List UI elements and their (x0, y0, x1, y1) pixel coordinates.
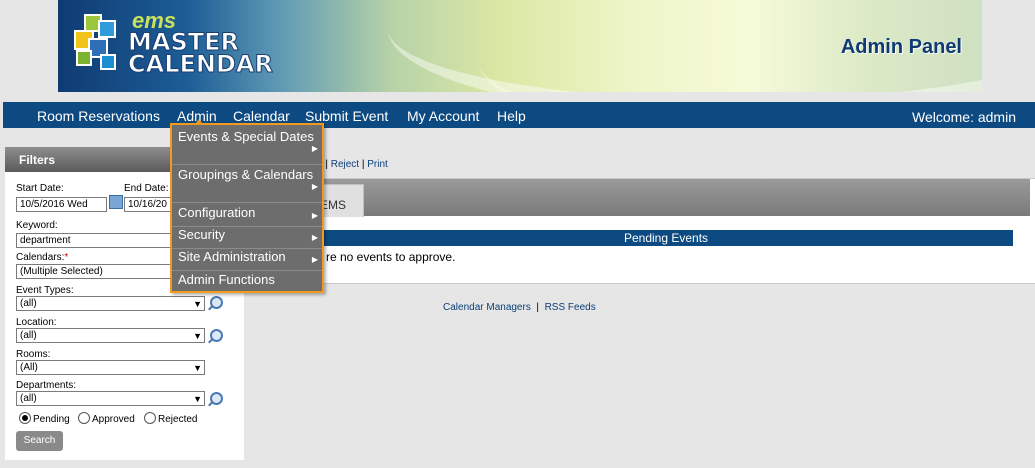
event-types-label: Event Types: (16, 285, 74, 296)
panel-title: Admin Panel (840, 36, 962, 58)
event-types-select[interactable]: (all) ▼ (16, 296, 205, 311)
calendar-managers-link[interactable]: Calendar Managers (443, 302, 531, 313)
search-icon[interactable] (210, 329, 223, 342)
departments-select[interactable]: (all) ▼ (16, 391, 205, 406)
approved-radio[interactable] (78, 412, 90, 424)
footer-separator: | (536, 302, 539, 313)
calendars-label: Calendars:* (16, 252, 68, 263)
chevron-right-icon: ▶ (311, 255, 318, 264)
logo-calendar-text: CALENDAR (128, 50, 274, 78)
approved-radio-label: Approved (92, 414, 135, 425)
chevron-right-icon: ▶ (311, 211, 318, 220)
search-button[interactable]: Search (16, 431, 63, 451)
rss-feeds-link[interactable]: RSS Feeds (545, 302, 596, 313)
menu-item-label: Configuration (178, 205, 256, 220)
nav-help[interactable]: Help (497, 108, 526, 124)
chevron-down-icon: ▼ (193, 363, 202, 373)
nav-calendar[interactable]: Calendar (233, 108, 290, 124)
tab-strip: EMS (247, 179, 1030, 217)
rooms-label: Rooms: (16, 349, 51, 360)
separator: | (325, 159, 328, 170)
calendars-select[interactable]: (Multiple Selected) (16, 264, 184, 279)
footer-links: Calendar Managers | RSS Feeds (443, 302, 596, 313)
pending-radio[interactable] (19, 412, 31, 424)
location-label: Location: (16, 317, 57, 328)
event-types-value: (all) (20, 298, 37, 309)
calendar-picker-icon[interactable] (109, 195, 123, 209)
start-date-label: Start Date: (16, 183, 64, 194)
logo-square-icon (100, 54, 116, 70)
pending-events-header: Pending Events (319, 230, 1013, 246)
separator: | (361, 159, 365, 170)
reject-link[interactable]: Reject (331, 159, 359, 170)
rejected-radio[interactable] (144, 412, 156, 424)
required-marker: * (64, 252, 69, 263)
header-banner: ems MASTER CALENDAR Admin Panel (58, 0, 982, 92)
logo-square-icon (98, 20, 116, 38)
keyword-label: Keyword: (16, 220, 58, 231)
menu-item-security[interactable]: Security ▶ (172, 227, 322, 249)
nav-room-reservations[interactable]: Room Reservations (37, 108, 160, 124)
welcome-text: Welcome: admin (911, 109, 1016, 125)
calendars-label-text: Calendars: (16, 252, 65, 263)
menu-item-groupings-calendars[interactable]: Groupings & Calendars ▶ (172, 167, 322, 203)
menu-item-admin-functions[interactable]: Admin Functions (172, 272, 322, 294)
chevron-right-icon: ▶ (311, 144, 318, 153)
chevron-down-icon: ▼ (193, 394, 202, 404)
menu-item-label: Security (178, 227, 225, 242)
chevron-right-icon: ▶ (311, 182, 318, 191)
menu-item-events-special-dates[interactable]: Events & Special Dates ▶ (172, 129, 322, 165)
menu-item-label: Events & Special Dates (178, 129, 314, 144)
nav-submit-event[interactable]: Submit Event (305, 108, 388, 124)
menu-item-configuration[interactable]: Configuration ▶ (172, 205, 322, 227)
location-select[interactable]: (all) ▼ (16, 328, 205, 343)
events-panel: EMS Pending Events re no events to appro… (246, 178, 1035, 284)
print-link[interactable]: Print (367, 159, 388, 170)
no-events-message: re no events to approve. (326, 250, 456, 264)
chevron-right-icon: ▶ (311, 233, 318, 242)
menu-item-label: Groupings & Calendars (178, 167, 314, 182)
departments-label: Departments: (16, 380, 77, 391)
nav-my-account[interactable]: My Account (407, 108, 479, 124)
main-nav: Room Reservations Admin Calendar Submit … (3, 102, 1035, 128)
rooms-select[interactable]: (All) ▼ (16, 360, 205, 375)
menu-item-label: Admin Functions (178, 272, 275, 287)
pending-radio-label: Pending (33, 414, 70, 425)
departments-value: (all) (20, 393, 37, 404)
rooms-value: (All) (20, 362, 38, 373)
menu-item-site-administration[interactable]: Site Administration ▶ (172, 249, 322, 271)
start-date-input[interactable]: 10/5/2016 Wed (16, 197, 107, 212)
search-icon[interactable] (210, 392, 223, 405)
admin-dropdown-menu: Events & Special Dates ▶ Groupings & Cal… (170, 123, 324, 293)
menu-item-label: Site Administration (178, 249, 286, 264)
end-date-label: End Date: (124, 183, 169, 194)
keyword-input[interactable]: department (16, 233, 184, 248)
location-value: (all) (20, 330, 37, 341)
search-icon[interactable] (210, 296, 223, 309)
rejected-radio-label: Rejected (158, 414, 198, 425)
logo-square-icon (76, 50, 92, 66)
chevron-down-icon: ▼ (193, 331, 202, 341)
chevron-down-icon: ▼ (193, 299, 202, 309)
